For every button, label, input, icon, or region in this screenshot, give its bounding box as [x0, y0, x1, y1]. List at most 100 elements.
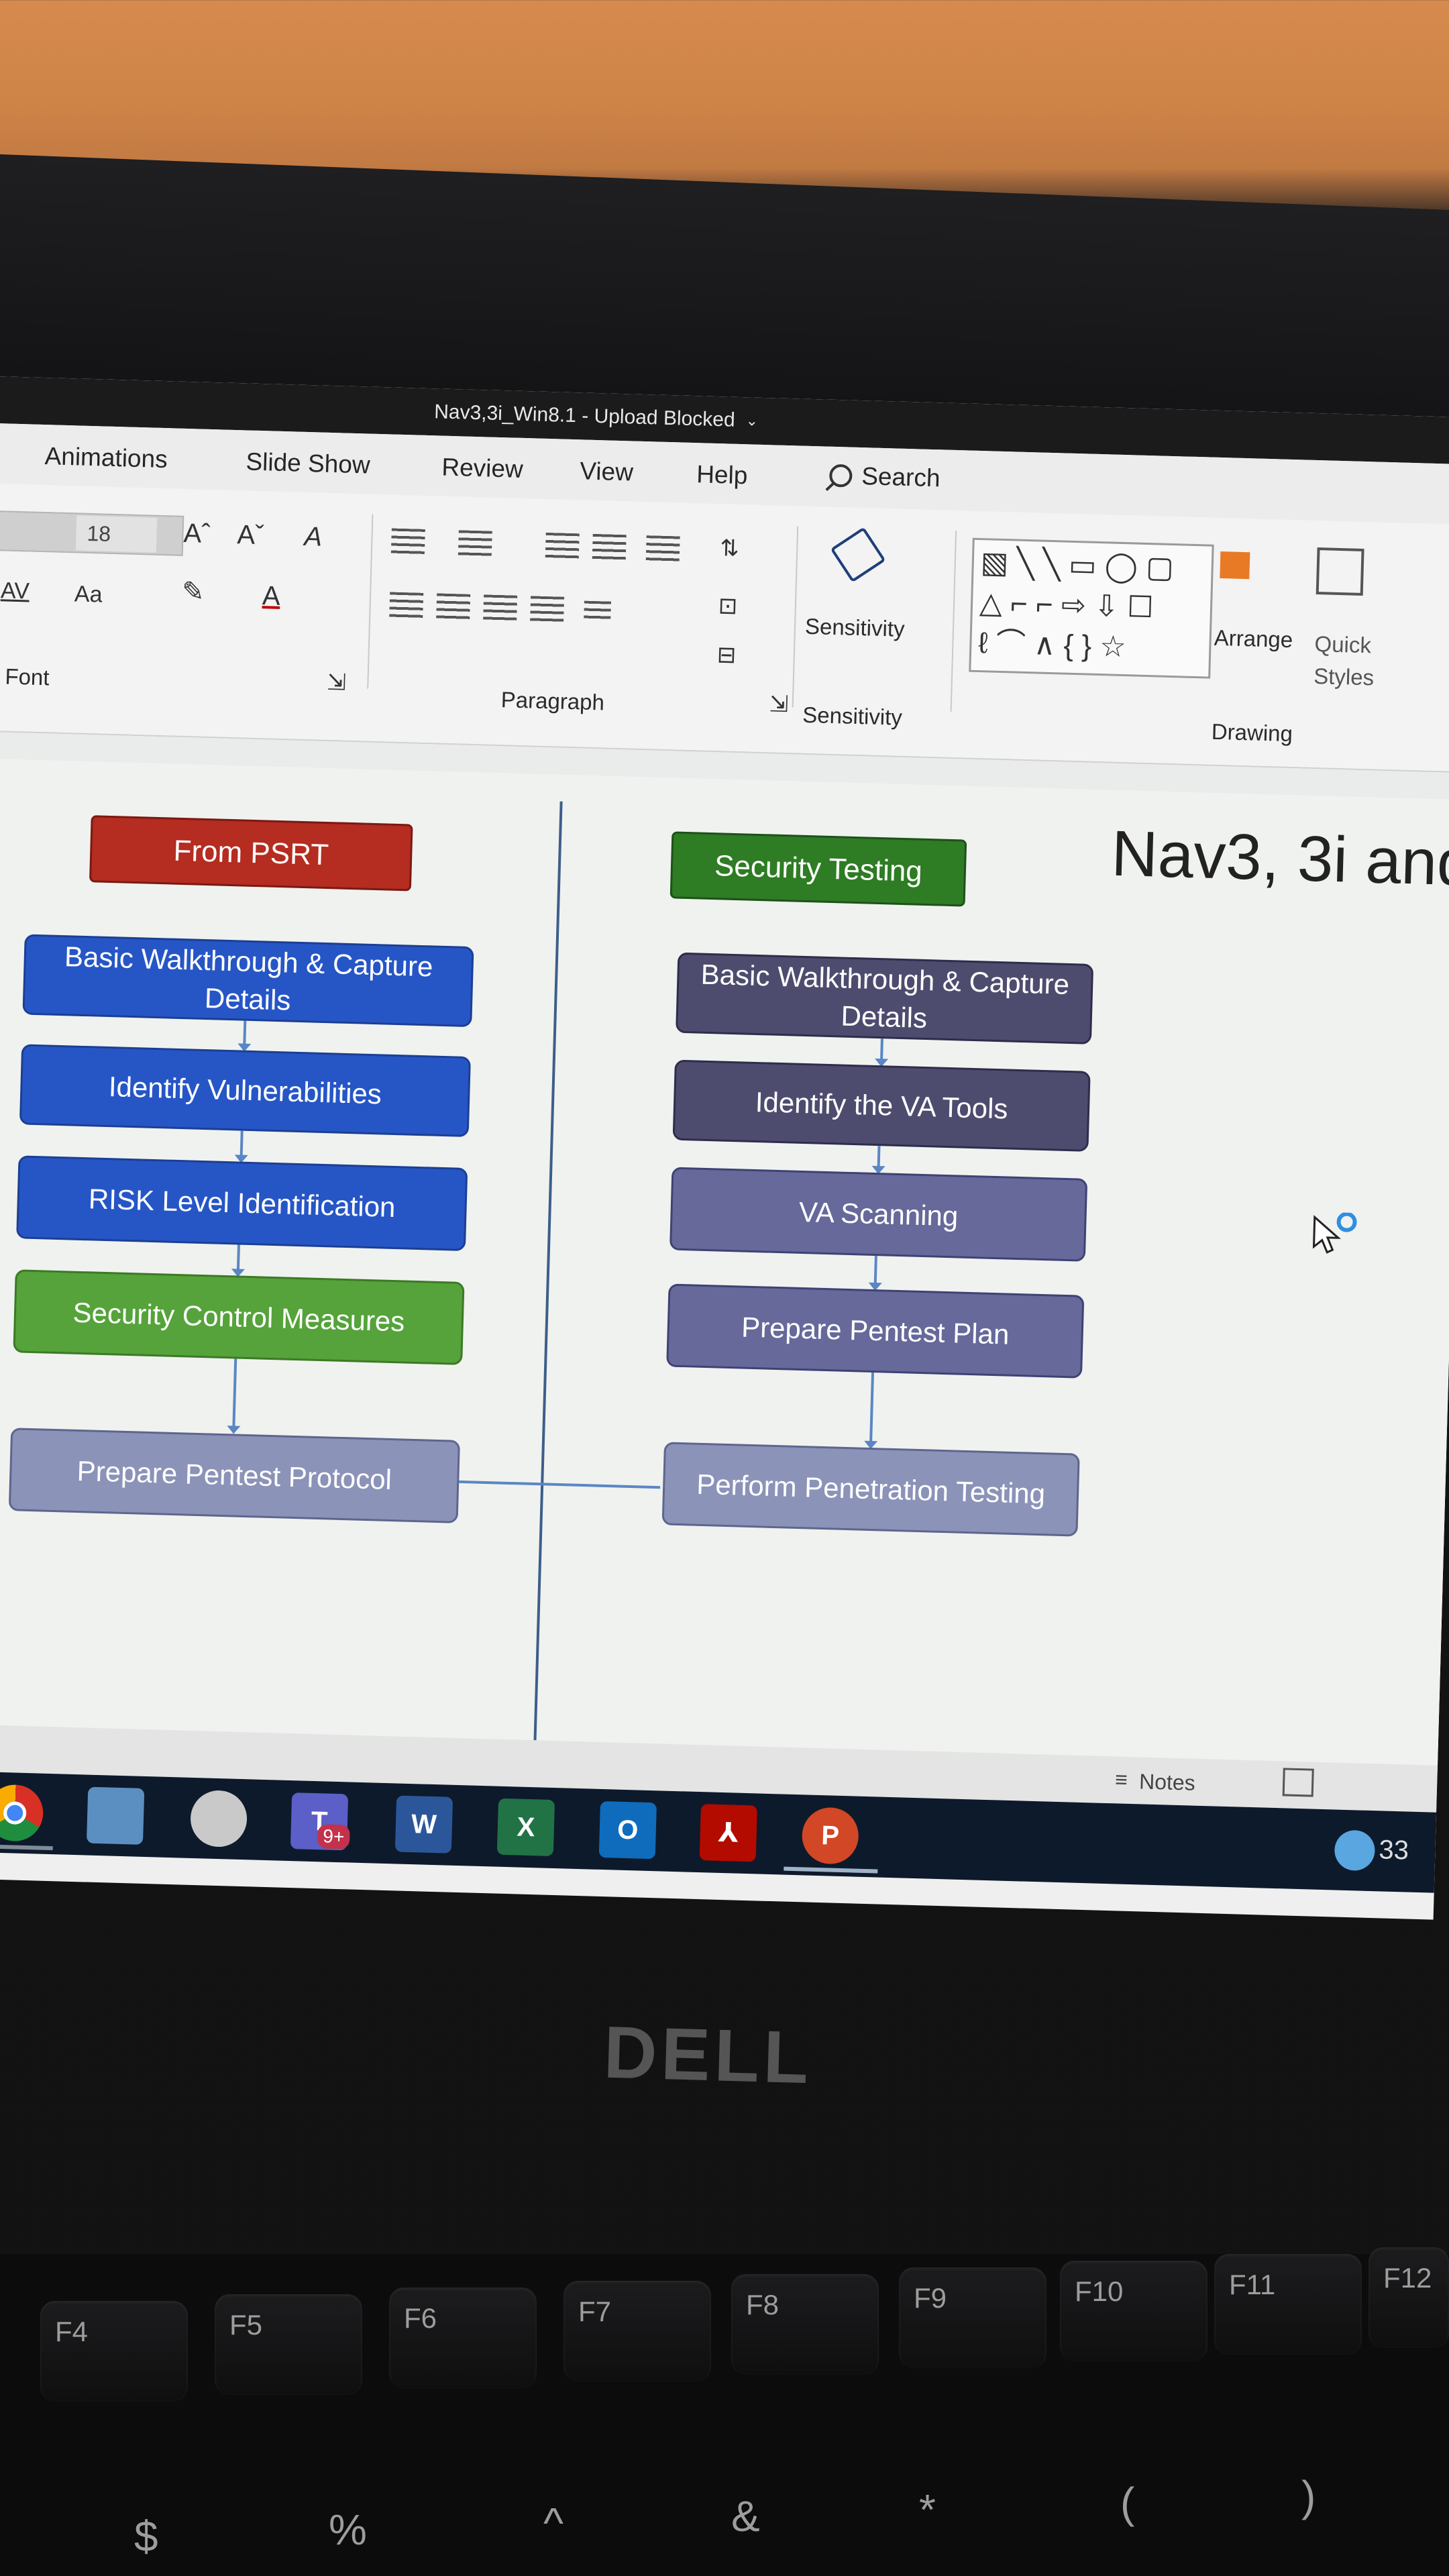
quick-styles-label[interactable]: Quick Styles	[1313, 628, 1389, 694]
align-right-icon[interactable]	[483, 594, 518, 624]
key-f8[interactable]: F8	[731, 2274, 879, 2375]
shapes-row: ▧ ╲ ╲ ▭ ◯ ▢	[980, 546, 1175, 585]
tab-view[interactable]: View	[580, 457, 634, 486]
change-case-button[interactable]: Aa	[74, 581, 103, 608]
key-9-label: (	[1120, 2479, 1135, 2527]
clear-formatting-button[interactable]: A	[304, 522, 323, 553]
right-step-2[interactable]: Identify the VA Tools	[672, 1059, 1091, 1152]
character-spacing-button[interactable]: AV	[1, 578, 30, 604]
key-f6-label: F6	[404, 2302, 437, 2334]
text-direction-icon[interactable]: ⇅	[720, 535, 740, 562]
smartart-icon[interactable]: ⊟	[716, 641, 737, 669]
left-step-3[interactable]: RISK Level Identification	[16, 1155, 468, 1251]
arrange-icon[interactable]	[1220, 551, 1250, 580]
key-f7-label: F7	[578, 2296, 612, 2327]
decrease-indent-icon[interactable]	[545, 532, 580, 562]
columns-icon[interactable]	[584, 600, 611, 622]
slide[interactable]: From PSRT Security Testing Nav3, 3i and …	[0, 757, 1449, 1779]
right-header-box[interactable]: Security Testing	[669, 831, 967, 907]
right-step-4-text: Prepare Pentest Plan	[741, 1311, 1010, 1350]
font-size-box[interactable]: 18	[75, 515, 158, 553]
right-step-5[interactable]: Perform Penetration Testing	[661, 1442, 1080, 1537]
horizontal-connector	[459, 1480, 661, 1489]
powerpoint-icon[interactable]: P	[801, 1807, 859, 1865]
chrome-icon[interactable]	[0, 1784, 44, 1842]
acrobat-icon[interactable]: ⅄	[699, 1804, 757, 1862]
word-icon[interactable]: W	[394, 1795, 453, 1854]
font-dialog-launcher-icon[interactable]: ⇲	[327, 669, 347, 696]
key-f9[interactable]: F9	[899, 2267, 1046, 2368]
connector-arrow	[239, 1130, 244, 1159]
shapes-gallery[interactable]: ▧ ╲ ╲ ▭ ◯ ▢ △ ⌐ ⌐ ⇨ ⇩ ☐ ℓ ⌒ ∧ { } ☆	[969, 537, 1214, 679]
paint-icon[interactable]	[189, 1789, 248, 1848]
highlight-icon[interactable]: ✎	[181, 576, 205, 608]
drawing-group-label: Drawing	[1211, 718, 1293, 747]
font-color-button[interactable]: A	[262, 581, 280, 612]
tab-slide-show[interactable]: Slide Show	[246, 447, 370, 479]
excel-icon[interactable]: X	[496, 1798, 555, 1857]
key-f7[interactable]: F7	[564, 2281, 711, 2381]
teams-badge: 9+	[317, 1824, 350, 1849]
right-step-3[interactable]: VA Scanning	[669, 1167, 1088, 1262]
increase-indent-icon[interactable]	[592, 533, 627, 564]
normal-view-icon[interactable]	[1282, 1768, 1314, 1797]
sensitivity-icon[interactable]	[830, 527, 886, 583]
key-f11[interactable]: F11	[1214, 2254, 1362, 2355]
ribbon-separator	[367, 514, 374, 689]
left-step-4[interactable]: Security Control Measures	[13, 1269, 465, 1365]
left-header-box[interactable]: From PSRT	[89, 815, 413, 892]
slide-divider-line	[533, 801, 563, 1741]
numbering-icon[interactable]	[458, 530, 492, 559]
justify-icon[interactable]	[529, 596, 565, 625]
window-title: Nav3,3i_Win8.1 - Upload Blocked	[433, 400, 736, 431]
ribbon-separator	[792, 526, 799, 708]
tab-help[interactable]: Help	[696, 460, 748, 490]
outlook-icon[interactable]: O	[598, 1801, 657, 1860]
right-step-1[interactable]: Basic Walkthrough & Capture Details	[676, 952, 1094, 1044]
line-spacing-icon[interactable]	[645, 535, 680, 565]
slide-title[interactable]: Nav3, 3i and	[1110, 817, 1449, 901]
key-f5-label: F5	[229, 2309, 263, 2341]
key-f4-label: F4	[55, 2316, 89, 2347]
align-center-icon[interactable]	[436, 593, 471, 623]
key-f4[interactable]: F4	[40, 2301, 188, 2402]
dell-logo: DELL	[602, 2010, 814, 2100]
search-label: Search	[861, 462, 941, 492]
connector-arrow	[236, 1244, 240, 1273]
tab-animations[interactable]: Animations	[44, 442, 168, 474]
key-f5[interactable]: F5	[215, 2294, 362, 2395]
connector-arrow	[879, 1038, 883, 1063]
paragraph-dialog-launcher-icon[interactable]: ⇲	[769, 690, 789, 718]
shapes-row: △ ⌐ ⌐ ⇨ ⇩ ☐	[979, 586, 1155, 625]
key-f6[interactable]: F6	[389, 2288, 537, 2388]
right-step-1-text: Basic Walkthrough & Capture Details	[700, 958, 1070, 1034]
left-step-2[interactable]: Identify Vulnerabilities	[19, 1044, 471, 1138]
taskbar-active-indicator	[784, 1866, 878, 1874]
title-dropdown-icon[interactable]: ⌄	[745, 412, 758, 430]
sensitivity-button-label[interactable]: Sensitivity	[805, 614, 906, 642]
key-f10[interactable]: F10	[1060, 2261, 1208, 2361]
align-text-icon[interactable]: ⊡	[718, 592, 738, 620]
files-icon[interactable]	[86, 1786, 145, 1845]
key-f12[interactable]: F12	[1368, 2247, 1449, 2348]
grow-font-button[interactable]: Aˆ	[183, 519, 211, 549]
quick-styles-icon[interactable]	[1316, 547, 1364, 596]
connector-arrow	[243, 1020, 247, 1048]
tab-review[interactable]: Review	[441, 453, 523, 484]
shapes-row: ℓ ⌒ ∧ { } ☆	[977, 627, 1127, 664]
font-size-value: 18	[87, 521, 111, 546]
bullets-icon[interactable]	[390, 528, 425, 557]
left-step-5[interactable]: Prepare Pentest Protocol	[8, 1428, 460, 1523]
align-left-icon[interactable]	[389, 592, 424, 621]
right-step-3-text: VA Scanning	[798, 1195, 959, 1232]
notes-button[interactable]: Notes	[1139, 1769, 1196, 1795]
paragraph-group-label: Paragraph	[500, 687, 605, 715]
search-box[interactable]: Search	[828, 462, 941, 493]
left-step-1[interactable]: Basic Walkthrough & Capture Details	[22, 934, 474, 1028]
right-step-4[interactable]: Prepare Pentest Plan	[666, 1283, 1085, 1379]
notes-icon[interactable]: ≡	[1115, 1767, 1128, 1792]
shrink-font-button[interactable]: Aˇ	[237, 520, 264, 551]
weather-icon[interactable]	[1334, 1829, 1376, 1872]
key-6-label: ^	[543, 2499, 564, 2547]
arrange-label[interactable]: Arrange	[1214, 625, 1293, 653]
